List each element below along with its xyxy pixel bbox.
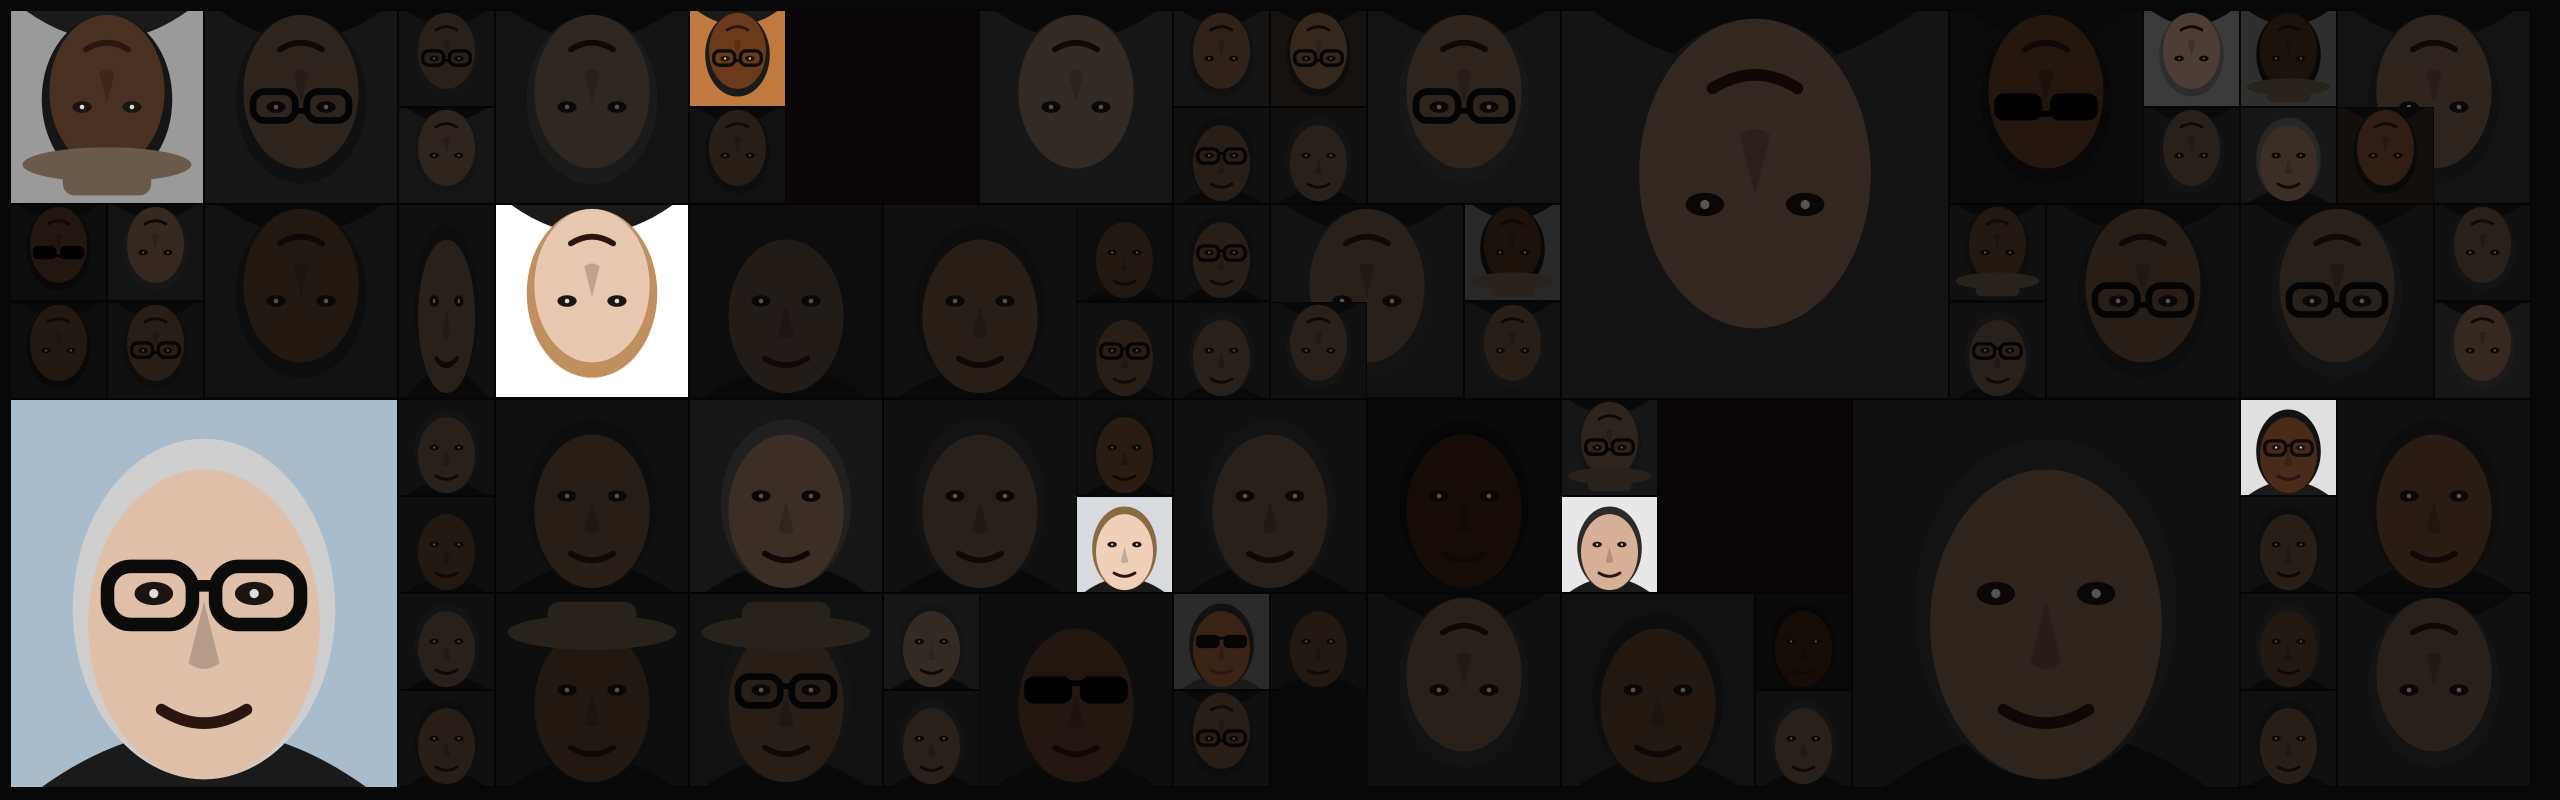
portrait-tile[interactable] (689, 593, 883, 787)
portrait-tile[interactable] (1561, 10, 1949, 399)
portrait-tile[interactable] (2143, 10, 2240, 107)
portrait-tile[interactable] (1076, 496, 1173, 593)
portrait-tile[interactable] (107, 302, 204, 399)
portrait-tile[interactable] (2143, 107, 2240, 204)
portrait-tile[interactable] (2240, 399, 2337, 496)
portrait-tile[interactable] (2240, 10, 2337, 107)
portrait-tile[interactable] (689, 204, 883, 398)
portrait-tile[interactable] (2240, 204, 2434, 398)
portrait-tile[interactable] (1949, 302, 2046, 399)
portrait-tile[interactable] (2240, 690, 2337, 787)
portrait-tile[interactable] (1173, 593, 1270, 690)
portrait-tile[interactable] (1270, 107, 1367, 204)
portrait-tile[interactable] (495, 593, 689, 787)
portrait-tile[interactable] (398, 593, 495, 690)
portrait-tile[interactable] (1755, 690, 1852, 787)
portrait-tile[interactable] (2240, 593, 2337, 690)
empty-tile[interactable] (1658, 399, 1852, 593)
portrait-tile[interactable] (2240, 107, 2337, 204)
portrait-tile[interactable] (1270, 10, 1367, 107)
portrait-tile[interactable] (883, 399, 1077, 593)
portrait-tile[interactable] (1173, 690, 1270, 787)
portrait-tile[interactable] (1561, 496, 1658, 593)
portrait-tile[interactable] (1852, 399, 2240, 788)
portrait-tile[interactable] (398, 399, 495, 496)
portrait-tile[interactable] (495, 399, 689, 593)
portrait-tile[interactable] (1367, 593, 1561, 787)
portrait-tile[interactable] (1076, 204, 1173, 301)
portrait-tile[interactable] (2434, 204, 2531, 301)
portrait-tile[interactable] (1173, 302, 1270, 399)
portrait-tile[interactable] (10, 204, 107, 301)
portrait-tile[interactable] (398, 496, 495, 593)
portrait-tile[interactable] (1464, 204, 1561, 301)
portrait-tile[interactable] (2337, 399, 2531, 593)
portrait-tile[interactable] (2337, 107, 2434, 204)
portrait-tile[interactable] (495, 10, 689, 204)
portrait-tile[interactable] (495, 204, 689, 398)
portrait-tile[interactable] (1755, 593, 1852, 690)
portrait-tile[interactable] (1464, 302, 1561, 399)
portrait-tile[interactable] (979, 10, 1173, 204)
portrait-tile[interactable] (107, 204, 204, 301)
portrait-tile[interactable] (204, 10, 398, 204)
portrait-tile[interactable] (1561, 593, 1755, 787)
portrait-tile[interactable] (10, 399, 398, 788)
portrait-tile[interactable] (979, 593, 1173, 787)
portrait-tile[interactable] (398, 107, 495, 204)
portrait-tile[interactable] (2434, 302, 2531, 399)
portrait-tile[interactable] (1270, 302, 1367, 399)
portrait-tile[interactable] (2240, 496, 2337, 593)
portrait-tile[interactable] (10, 10, 204, 204)
portrait-tile[interactable] (883, 593, 980, 690)
portrait-mosaic (0, 0, 2560, 800)
portrait-tile[interactable] (689, 107, 786, 204)
portrait-tile[interactable] (2046, 204, 2240, 398)
portrait-tile[interactable] (689, 399, 883, 593)
portrait-tile[interactable] (1173, 107, 1270, 204)
portrait-tile[interactable] (1949, 10, 2143, 204)
portrait-tile[interactable] (689, 10, 786, 107)
portrait-tile[interactable] (1367, 399, 1561, 593)
portrait-tile[interactable] (1076, 399, 1173, 496)
portrait-tile[interactable] (398, 10, 495, 107)
portrait-tile[interactable] (1270, 593, 1367, 690)
portrait-tile[interactable] (1076, 302, 1173, 399)
portrait-tile[interactable] (1561, 399, 1658, 496)
portrait-tile[interactable] (1173, 399, 1367, 593)
portrait-tile[interactable] (2337, 593, 2531, 787)
portrait-tile[interactable] (1949, 204, 2046, 301)
portrait-tile[interactable] (1173, 10, 1270, 107)
portrait-tile[interactable] (883, 690, 980, 787)
portrait-tile[interactable] (204, 204, 398, 398)
portrait-tile[interactable] (398, 690, 495, 787)
portrait-tile[interactable] (398, 204, 495, 398)
portrait-tile[interactable] (10, 302, 107, 399)
portrait-tile[interactable] (883, 204, 1077, 398)
empty-tile[interactable] (786, 10, 980, 204)
portrait-tile[interactable] (1173, 204, 1270, 301)
portrait-tile[interactable] (1367, 10, 1561, 204)
